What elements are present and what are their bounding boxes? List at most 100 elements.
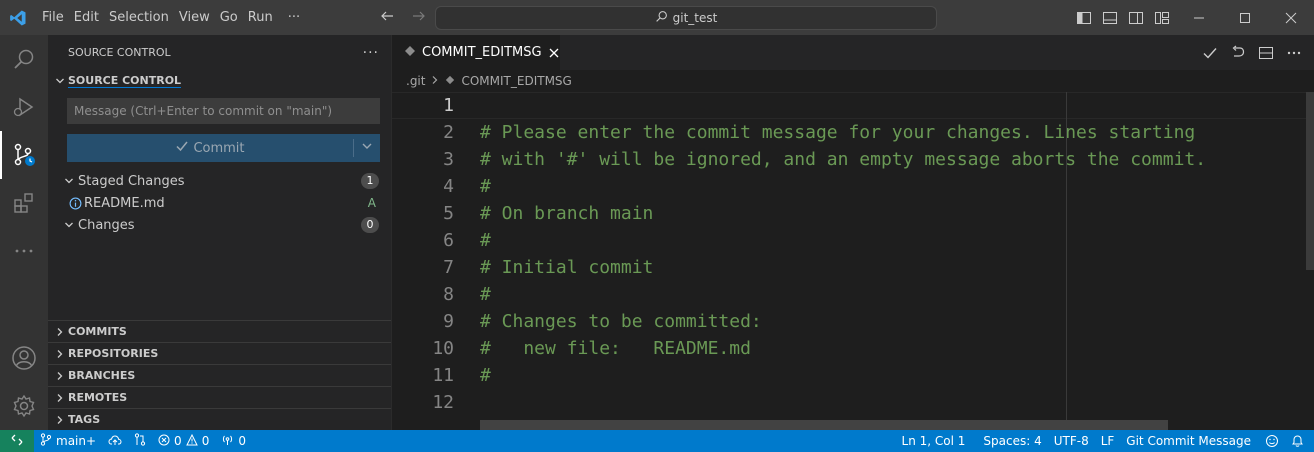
notifications-bell-icon[interactable] bbox=[1287, 430, 1314, 452]
split-editor-icon[interactable] bbox=[1256, 43, 1276, 63]
commit-message-input[interactable] bbox=[67, 98, 380, 124]
line-number: 10 bbox=[432, 338, 454, 359]
remotes-pane-header[interactable]: REMOTES bbox=[48, 386, 391, 408]
sidebar-more-button[interactable]: ··· bbox=[363, 45, 379, 61]
staged-file-row[interactable]: README.md A bbox=[48, 192, 391, 214]
cursor-position[interactable]: Ln 1, Col 1 bbox=[896, 430, 972, 452]
encoding[interactable]: UTF-8 bbox=[1048, 430, 1095, 452]
line-number: 12 bbox=[432, 392, 454, 413]
line-text: # On branch main bbox=[480, 203, 654, 224]
repositories-pane-header[interactable]: REPOSITORIES bbox=[48, 342, 391, 364]
editor-ruler bbox=[1066, 92, 1067, 430]
menu-go[interactable]: Go bbox=[215, 0, 243, 35]
chevron-right-icon bbox=[52, 415, 68, 425]
sync-button[interactable] bbox=[102, 430, 128, 452]
toggle-secondary-sidebar-icon[interactable] bbox=[1126, 8, 1146, 28]
accept-commit-message-icon[interactable] bbox=[1200, 43, 1220, 63]
command-center-search[interactable]: git_test bbox=[435, 6, 937, 30]
git-compare-icon bbox=[134, 433, 146, 449]
command-center-text: git_test bbox=[672, 11, 718, 25]
toggle-primary-sidebar-icon[interactable] bbox=[1074, 8, 1094, 28]
toggle-panel-icon[interactable] bbox=[1100, 8, 1120, 28]
extensions-icon[interactable] bbox=[0, 179, 48, 227]
layout-controls bbox=[1074, 0, 1172, 35]
run-debug-icon[interactable] bbox=[0, 83, 48, 131]
remotes-pane-title: REMOTES bbox=[68, 391, 128, 404]
line-number: 4 bbox=[443, 176, 454, 197]
problems-indicator[interactable]: 0 0 bbox=[152, 430, 215, 452]
more-actions-icon[interactable] bbox=[1284, 43, 1304, 63]
sidebar-title: SOURCE CONTROL bbox=[68, 46, 171, 59]
code-line: 8 # bbox=[392, 281, 1314, 308]
staged-changes-group[interactable]: Staged Changes 1 bbox=[48, 170, 391, 192]
menu-file[interactable]: File bbox=[37, 0, 69, 35]
source-control-icon[interactable] bbox=[0, 131, 48, 179]
feedback-icon[interactable] bbox=[1257, 430, 1287, 452]
tags-pane-header[interactable]: TAGS bbox=[48, 408, 391, 430]
horizontal-scrollbar[interactable] bbox=[480, 420, 1168, 430]
line-number: 3 bbox=[443, 149, 454, 170]
code-editor[interactable]: 1 2 # Please enter the commit message for… bbox=[392, 92, 1314, 430]
status-bar: main+ 0 0 0 Ln 1, Col 1 Spaces: 4 UTF-8 … bbox=[0, 430, 1314, 452]
forward-arrow-icon[interactable] bbox=[409, 8, 429, 28]
warning-count: 0 bbox=[201, 434, 210, 448]
line-text: # Initial commit bbox=[480, 257, 654, 278]
discard-icon[interactable] bbox=[1228, 43, 1248, 63]
close-icon[interactable] bbox=[548, 47, 560, 59]
status-bar-right: Ln 1, Col 1 Spaces: 4 UTF-8 LF Git Commi… bbox=[896, 430, 1314, 452]
back-arrow-icon[interactable] bbox=[377, 8, 397, 28]
menu-edit[interactable]: Edit bbox=[69, 0, 104, 35]
vertical-scrollbar[interactable] bbox=[1306, 92, 1314, 270]
git-graph-button[interactable] bbox=[128, 430, 152, 452]
chevron-right-icon bbox=[431, 74, 439, 88]
file-icon bbox=[404, 45, 416, 61]
chevron-right-icon bbox=[52, 393, 68, 403]
breadcrumb-folder[interactable]: .git bbox=[406, 74, 425, 88]
end-of-line[interactable]: LF bbox=[1095, 430, 1121, 452]
branch-indicator[interactable]: main+ bbox=[34, 430, 102, 452]
menu-run[interactable]: Run bbox=[243, 0, 278, 35]
menu-more-button[interactable]: ··· bbox=[278, 10, 310, 25]
code-line: 12 bbox=[392, 389, 1314, 416]
ports-count: 0 bbox=[238, 434, 246, 448]
line-text: # bbox=[480, 365, 491, 386]
line-text: # bbox=[480, 176, 491, 197]
collapsed-panes: COMMITS REPOSITORIES BRANCHES REMOTES TA… bbox=[48, 320, 391, 430]
git-branch-icon bbox=[40, 433, 52, 449]
vscode-logo-icon bbox=[0, 0, 35, 35]
chevron-down-icon bbox=[60, 220, 78, 230]
line-number: 1 bbox=[443, 95, 454, 116]
code-line: 5 # On branch main bbox=[392, 200, 1314, 227]
commits-pane-header[interactable]: COMMITS bbox=[48, 320, 391, 342]
changes-group[interactable]: Changes 0 bbox=[48, 214, 391, 236]
scm-section-header[interactable]: SOURCE CONTROL bbox=[48, 70, 391, 92]
settings-gear-icon[interactable] bbox=[0, 382, 48, 430]
more-icon[interactable] bbox=[0, 227, 48, 275]
line-text: # Please enter the commit message for yo… bbox=[480, 122, 1196, 143]
line-number: 9 bbox=[443, 311, 454, 332]
breadcrumb-file[interactable]: COMMIT_EDITMSG bbox=[461, 74, 571, 88]
editor-actions bbox=[1200, 35, 1304, 70]
commit-button-main[interactable]: Commit bbox=[67, 139, 353, 157]
branches-pane-header[interactable]: BRANCHES bbox=[48, 364, 391, 386]
remote-indicator[interactable] bbox=[0, 430, 34, 452]
staged-file-name: README.md bbox=[84, 195, 165, 211]
indentation[interactable]: Spaces: 4 bbox=[977, 430, 1047, 452]
minimize-icon[interactable] bbox=[1176, 0, 1222, 35]
search-icon[interactable] bbox=[0, 35, 48, 83]
code-line: 6 # bbox=[392, 227, 1314, 254]
maximize-icon[interactable] bbox=[1222, 0, 1268, 35]
customize-layout-icon[interactable] bbox=[1152, 8, 1172, 28]
commit-dropdown-button[interactable] bbox=[354, 140, 380, 156]
code-line: 9 # Changes to be committed: bbox=[392, 308, 1314, 335]
code-line: 3 # with '#' will be ignored, and an empt… bbox=[392, 146, 1314, 173]
close-window-icon[interactable] bbox=[1268, 0, 1314, 35]
account-icon[interactable] bbox=[0, 334, 48, 382]
menu-selection[interactable]: Selection bbox=[104, 0, 174, 35]
error-count: 0 bbox=[174, 434, 182, 448]
menu-view[interactable]: View bbox=[174, 0, 215, 35]
ports-indicator[interactable]: 0 bbox=[215, 430, 252, 452]
language-mode[interactable]: Git Commit Message bbox=[1120, 430, 1257, 452]
commit-button[interactable]: Commit bbox=[67, 134, 380, 162]
tab-commit-editmsg[interactable]: COMMIT_EDITMSG bbox=[392, 35, 560, 70]
